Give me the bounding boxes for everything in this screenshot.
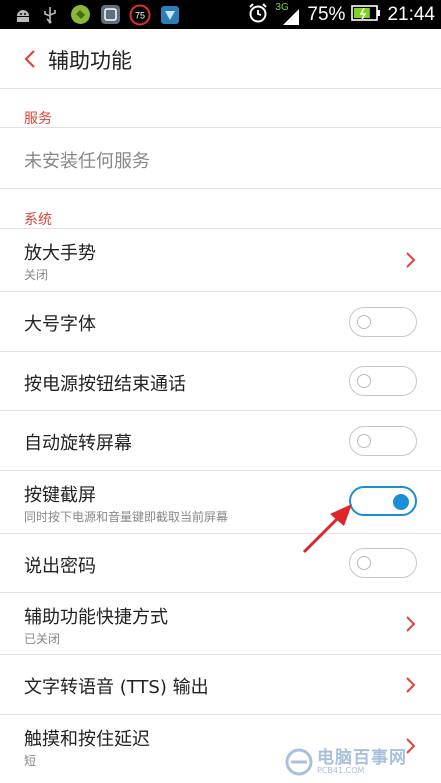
signal-icon: 3G <box>275 2 301 26</box>
watermark-logo-icon <box>285 748 313 776</box>
large-text-toggle[interactable] <box>349 307 417 337</box>
setting-title: 自动旋转屏幕 <box>24 433 132 454</box>
watermark-subtext: PCB41.COM <box>317 765 365 775</box>
section-header-services: 服务 <box>24 111 52 127</box>
setting-row-power-ends-call[interactable]: 按电源按钮结束通话 <box>0 352 441 410</box>
toggle-knob <box>357 556 371 570</box>
app-notification-icon <box>160 4 180 25</box>
setting-row-speak-passwords[interactable]: 说出密码 <box>0 534 441 592</box>
app-notification-icon <box>100 4 121 25</box>
setting-title: 文字转语音 (TTS) 输出 <box>24 677 209 698</box>
back-arrow-icon[interactable] <box>22 49 40 69</box>
auto-rotate-toggle[interactable] <box>349 426 417 456</box>
toggle-knob <box>357 374 371 388</box>
setting-row-large-text[interactable]: 大号字体 <box>0 292 441 351</box>
setting-title: 放大手势 <box>24 243 96 264</box>
services-empty-text: 未安装任何服务 <box>24 151 150 172</box>
toggle-knob <box>357 434 371 448</box>
setting-subtitle: 关闭 <box>24 268 49 282</box>
usb-icon <box>42 4 58 25</box>
android-debug-icon <box>14 4 32 25</box>
toggle-knob <box>357 315 371 329</box>
divider <box>0 188 441 189</box>
chevron-right-icon <box>405 615 417 633</box>
setting-title: 触摸和按住延迟 <box>24 729 150 750</box>
setting-subtitle: 同时按下电源和音量键即截取当前屏幕 <box>24 510 229 524</box>
app-notification-icon <box>70 4 91 25</box>
setting-row-key-screenshot[interactable]: 按键截屏 同时按下电源和音量键即截取当前屏幕 <box>0 471 441 533</box>
status-indicators: 3G 75% 21:44 <box>247 0 435 29</box>
battery-icon <box>351 4 381 26</box>
power-ends-call-toggle[interactable] <box>349 366 417 396</box>
services-empty-row: 未安装任何服务 <box>0 128 441 188</box>
score-badge-text: 75 <box>135 10 145 20</box>
setting-title: 按电源按钮结束通话 <box>24 374 186 395</box>
chevron-right-icon <box>405 676 417 694</box>
setting-title: 辅助功能快捷方式 <box>24 607 168 628</box>
page-title: 辅助功能 <box>48 49 132 73</box>
toggle-knob <box>393 494 409 510</box>
status-bar: 75 3G 75% 21:44 <box>0 0 441 29</box>
setting-row-accessibility-shortcut[interactable]: 辅助功能快捷方式 已关闭 <box>0 593 441 654</box>
setting-title: 大号字体 <box>24 314 96 335</box>
chevron-right-icon <box>405 251 417 269</box>
setting-subtitle: 短 <box>24 754 37 768</box>
score-badge-icon: 75 <box>129 4 151 25</box>
alarm-icon <box>247 2 269 28</box>
battery-percent: 75% <box>307 3 346 25</box>
watermark: 电脑百事网 PCB41.COM <box>285 745 435 779</box>
setting-title: 说出密码 <box>24 556 96 577</box>
annotation-arrow-icon <box>300 500 360 556</box>
action-bar: 辅助功能 <box>0 29 441 89</box>
section-header-system: 系统 <box>24 212 52 228</box>
clock: 21:44 <box>387 3 435 25</box>
setting-subtitle: 已关闭 <box>24 632 61 646</box>
setting-title: 按键截屏 <box>24 485 96 506</box>
setting-row-magnification-gestures[interactable]: 放大手势 关闭 <box>0 229 441 290</box>
setting-row-tts-output[interactable]: 文字转语音 (TTS) 输出 <box>0 655 441 714</box>
setting-row-auto-rotate[interactable]: 自动旋转屏幕 <box>0 411 441 470</box>
watermark-text: 电脑百事网 <box>317 747 407 768</box>
